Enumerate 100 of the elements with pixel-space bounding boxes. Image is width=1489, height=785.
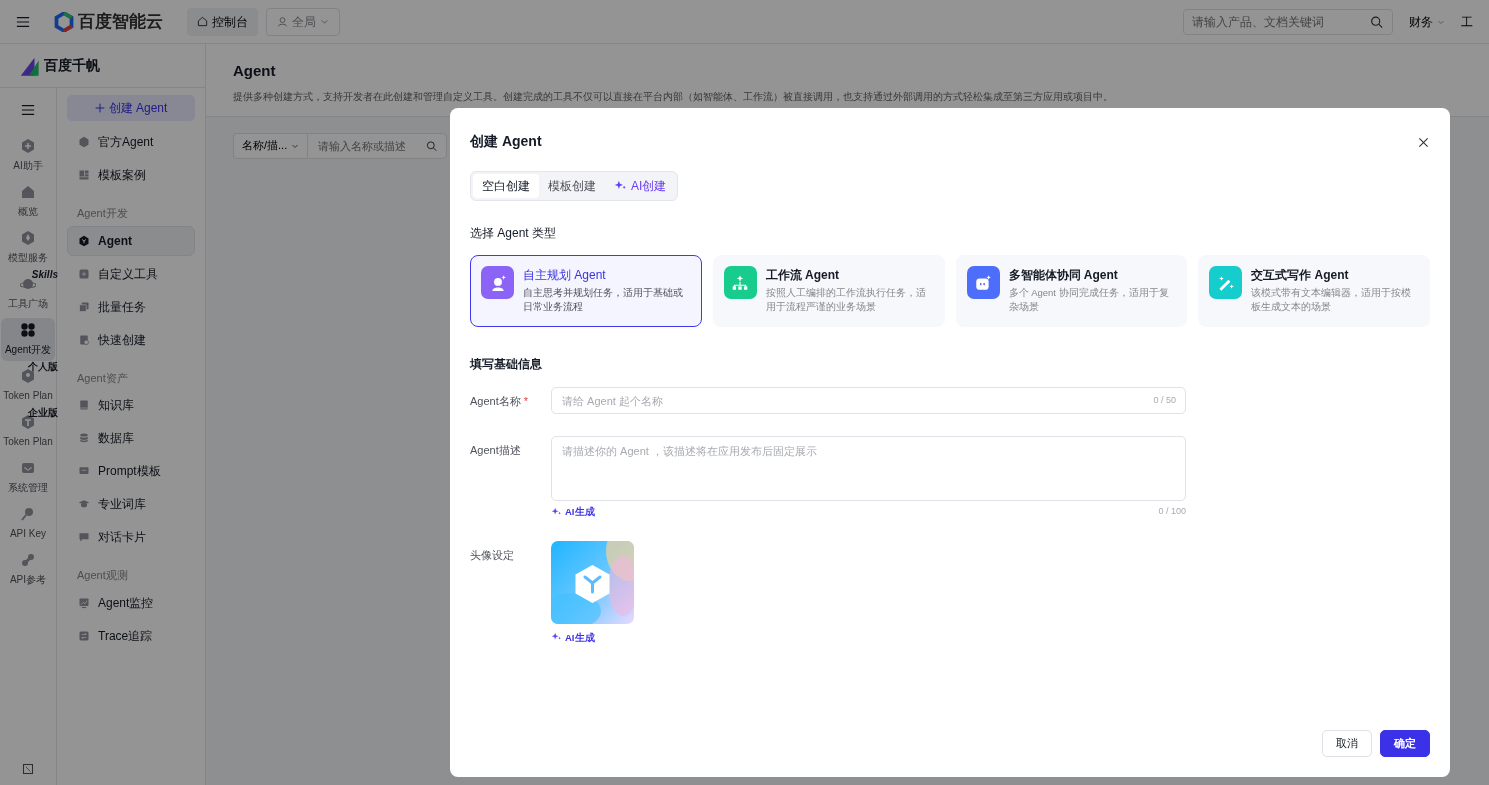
puzzle-icon bbox=[78, 267, 90, 280]
close-icon bbox=[1417, 137, 1429, 149]
badge-label: 个人版 bbox=[28, 360, 58, 374]
rail-item[interactable]: 模型服务 bbox=[1, 226, 55, 269]
home-icon bbox=[197, 16, 208, 27]
menu-link[interactable]: 工 bbox=[1461, 12, 1473, 31]
nav-item[interactable]: Prompt模板 bbox=[67, 456, 195, 486]
collapse-icon[interactable] bbox=[22, 762, 34, 775]
nav-item[interactable]: Agent监控 bbox=[67, 587, 195, 618]
agent-type-card[interactable]: 多智能体协同 Agent 多个 Agent 协同完成任务，适用于复杂场景 bbox=[955, 255, 1188, 327]
rail-label: Token Plan bbox=[3, 389, 53, 403]
search-icon[interactable] bbox=[1370, 15, 1383, 28]
agent-type-card[interactable]: 工作流 Agent 按照人工编排的工作流执行任务，适用于流程严谨的业务场景 bbox=[712, 255, 945, 327]
create-agent-button[interactable]: 创建 Agent bbox=[67, 95, 195, 121]
rail-label: API参考 bbox=[9, 573, 47, 587]
search-icon[interactable] bbox=[426, 140, 438, 151]
message-icon bbox=[78, 465, 90, 477]
badge-label: Skills bbox=[31, 268, 58, 282]
plus-icon bbox=[94, 103, 105, 113]
database-icon bbox=[78, 432, 90, 444]
inbox-icon bbox=[20, 460, 36, 476]
console-tab[interactable]: 控制台 bbox=[187, 7, 258, 36]
file-plus-icon bbox=[78, 333, 90, 346]
hexagon-logo-icon bbox=[54, 11, 74, 32]
nav-item[interactable]: Trace追踪 bbox=[67, 620, 195, 651]
nav-item[interactable]: 模板案例 bbox=[67, 160, 195, 190]
rail-label: 概览 bbox=[18, 205, 38, 219]
section-heading: Agent开发 bbox=[76, 206, 129, 221]
rail-item[interactable]: 概览 bbox=[1, 180, 55, 223]
rail-item[interactable]: AI助手 bbox=[1, 134, 55, 177]
char-counter: 0 / 50 bbox=[1153, 393, 1176, 407]
nav-item[interactable]: 快速创建 bbox=[67, 324, 195, 355]
required-mark: * bbox=[523, 395, 529, 407]
rail-label: 工具广场 bbox=[8, 297, 48, 311]
hexagon-icon bbox=[78, 234, 90, 247]
rail-item[interactable]: API参考 bbox=[1, 548, 55, 591]
four-petals-icon bbox=[20, 322, 36, 338]
book-icon bbox=[78, 399, 90, 411]
cube-icon bbox=[78, 136, 90, 148]
nav-item[interactable]: 官方Agent bbox=[67, 127, 195, 157]
agent-type-card[interactable]: 自主规划 Agent 自主思考并规划任务，适用于基础或日常业务流程 bbox=[470, 255, 702, 327]
dialog-title: 创建 Agent bbox=[470, 132, 542, 151]
cancel-button[interactable]: 取消 bbox=[1322, 730, 1372, 757]
description-input[interactable]: 请描述你的 Agent ，该描述将在应用发布后固定展示 bbox=[551, 436, 1186, 501]
rail-label: 系统管理 bbox=[8, 481, 48, 495]
search-field[interactable]: 请输入产品、文档关键词 bbox=[1183, 8, 1393, 35]
nav-item[interactable]: 自定义工具 bbox=[67, 258, 195, 289]
caret-icon bbox=[320, 17, 329, 26]
section-heading: Agent资产 bbox=[76, 370, 129, 386]
tab[interactable]: 空白创建 bbox=[473, 174, 539, 198]
rail-label: Token Plan bbox=[3, 435, 53, 449]
hexagon-rocket-icon bbox=[20, 230, 36, 246]
rail-item[interactable]: API Key bbox=[1, 502, 55, 545]
nav-item[interactable]: 数据库 bbox=[67, 423, 195, 453]
filter-select[interactable]: 名称/描... bbox=[233, 132, 308, 159]
field-label: Agent描述 bbox=[470, 444, 521, 456]
home-icon bbox=[20, 184, 36, 200]
rail-label: API Key bbox=[9, 527, 47, 541]
confirm-button[interactable]: 确定 bbox=[1380, 730, 1430, 757]
planet-icon bbox=[20, 276, 36, 292]
person-icon bbox=[277, 16, 288, 27]
section-heading: 选择 Agent 类型 bbox=[470, 225, 558, 242]
badge-label: 企业版 bbox=[28, 406, 58, 420]
chart-icon bbox=[78, 596, 90, 609]
plug-icon bbox=[20, 552, 36, 568]
nav-item[interactable]: 专业词库 bbox=[67, 489, 195, 519]
menu-icon[interactable] bbox=[21, 102, 35, 117]
tab[interactable]: AI创建 bbox=[605, 174, 676, 198]
menu-icon[interactable] bbox=[16, 14, 30, 29]
rail-label: AI助手 bbox=[13, 159, 43, 173]
brand-name: 百度智能云 bbox=[78, 10, 163, 33]
menu-link[interactable]: 财务 bbox=[1409, 12, 1445, 31]
nav-item[interactable]: Agent bbox=[67, 225, 195, 256]
field-label: Agent名称 bbox=[470, 395, 521, 407]
agent-type-card[interactable]: 交互式写作 Agent 该模式带有文本编辑器，适用于按模板生成文本的场景 bbox=[1198, 255, 1430, 327]
rail-item[interactable]: Agent开发 bbox=[1, 318, 55, 361]
layout-icon bbox=[78, 169, 90, 181]
nav-item[interactable]: 对话卡片 bbox=[67, 522, 195, 552]
section-heading: 填写基础信息 bbox=[470, 356, 543, 373]
ai-generate-link[interactable]: AI生成 bbox=[551, 630, 595, 645]
swap-icon bbox=[78, 629, 90, 642]
hexagon-plus-icon bbox=[20, 138, 36, 154]
product-name: 百度千帆 bbox=[44, 56, 100, 75]
page-description: 提供多种创建方式，支持开发者在此创建和管理自定义工具。创建完成的工具不仅可以直接在平台内部（如智能体、工作流）被直接调用，也支持通过外部调用的方式轻松集成至第三方应用或项目中。 bbox=[233, 89, 1114, 104]
copy-icon bbox=[78, 300, 90, 313]
graduation-cap-icon bbox=[78, 498, 90, 510]
filter-input[interactable]: 请输入名称或描述 bbox=[307, 132, 448, 159]
page-title: Agent bbox=[233, 61, 277, 81]
rail-label: 模型服务 bbox=[8, 251, 48, 265]
char-counter: 0 / 100 bbox=[1158, 505, 1186, 518]
field-label: 头像设定 bbox=[470, 549, 514, 562]
rail-label: Agent开发 bbox=[4, 343, 52, 357]
nav-item[interactable]: 知识库 bbox=[67, 390, 195, 420]
key-icon bbox=[20, 506, 36, 522]
rail-item[interactable]: 系统管理 bbox=[1, 456, 55, 499]
tab[interactable]: 模板创建 bbox=[539, 174, 605, 198]
chat-icon bbox=[78, 531, 90, 543]
section-heading: Agent观测 bbox=[76, 568, 129, 583]
ai-generate-link[interactable]: AI生成 bbox=[551, 505, 595, 520]
nav-item[interactable]: 批量任务 bbox=[67, 291, 195, 322]
